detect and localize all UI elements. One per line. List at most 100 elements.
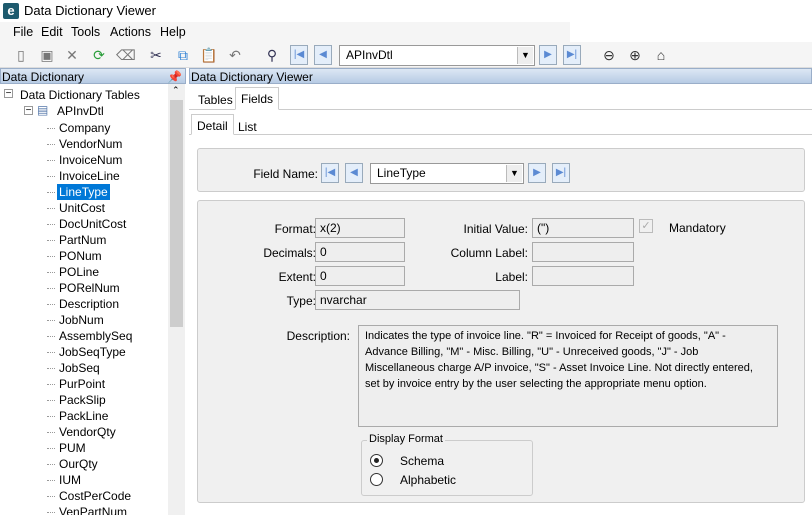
tree-item-field[interactable]: IUM [57,472,83,488]
first-field-icon[interactable]: |◀ [321,163,339,183]
schema-label: Schema [400,454,445,468]
tree-connector [47,192,55,193]
tree-item-field[interactable]: LineType [57,184,110,200]
tree-item-field[interactable]: CostPerCode [57,488,133,504]
tree-item-field[interactable]: Company [57,120,112,136]
last-icon[interactable]: ▶| [563,45,581,65]
tree-connector [47,208,55,209]
tree-item-field[interactable]: PartNum [57,232,108,248]
format-field[interactable]: x(2) [315,218,405,238]
label-field[interactable] [532,266,634,286]
first-icon[interactable]: |◀ [290,45,308,65]
decimals-label: Decimals: [263,246,316,260]
tree-connector [47,448,55,449]
next-field-icon[interactable]: ▶ [528,163,546,183]
table-combo[interactable]: APInvDtl ▼ [339,45,535,66]
tree-item-field[interactable]: PurPoint [57,376,107,392]
toolbar: ▯ ▣ ✕ ⟳ ⌫ ✂ ⧉ 📋 ↶ ⚲ |◀ ◀ APInvDtl ▼ ▶ ▶| … [0,42,812,68]
tree-connector [47,240,55,241]
last-field-icon[interactable]: ▶| [552,163,570,183]
alphabetic-label: Alphabetic [400,473,457,487]
tab-fields[interactable]: Fields [235,87,280,110]
schema-radio[interactable] [370,454,383,467]
tree-item-field[interactable]: PackLine [57,408,110,424]
display-format-group: Display Format Schema Alphabetic [361,433,533,496]
extent-label: Extent: [278,270,316,284]
refresh-icon[interactable]: ⟳ [90,46,108,64]
tree-connector [47,160,55,161]
type-field[interactable]: nvarchar [315,290,520,310]
tree-item-field[interactable]: DocUnitCost [57,216,128,232]
tree-root[interactable]: Data Dictionary Tables [20,88,140,102]
field-detail-group: Format: x(2) Decimals: 0 Extent: 0 Type:… [197,200,805,503]
display-format-label: Display Format [367,433,445,445]
alphabetic-radio[interactable] [370,473,383,486]
menu-file[interactable]: File [13,25,33,39]
tree-item-field[interactable]: PackSlip [57,392,108,408]
tree-item-field[interactable]: InvoiceNum [57,152,124,168]
tree-connector [47,432,55,433]
tree-item-field[interactable]: AssemblySeq [57,328,134,344]
table-combo-value: APInvDtl [346,48,393,62]
tree-item-field[interactable]: Description [57,296,121,312]
tree-item-field[interactable]: VenPartNum [57,504,129,515]
tree-connector [47,272,55,273]
tree-item-field[interactable]: VendorQty [57,424,118,440]
new-icon[interactable]: ▯ [12,46,30,64]
tree-connector [47,512,55,513]
tree-item-field[interactable]: PORelNum [57,280,122,296]
clear-icon[interactable]: ⌫ [116,46,136,64]
menu-actions[interactable]: Actions [110,25,151,39]
mandatory-checkbox[interactable]: ✓ [639,219,653,233]
next-icon[interactable]: ▶ [539,45,557,65]
description-textarea[interactable]: Indicates the type of invoice line. "R" … [358,325,778,427]
copy-icon[interactable]: ⧉ [174,46,192,64]
field-name-combo[interactable]: LineType ▼ [370,163,524,184]
tree-connector [47,288,55,289]
delete-icon[interactable]: ✕ [63,46,81,64]
pin-icon[interactable]: 📌 [167,69,182,85]
home-icon[interactable]: ⌂ [652,46,670,64]
collapse-icon[interactable]: − [4,89,13,99]
forward-icon[interactable]: ⊕ [626,46,644,64]
tree-item-field[interactable]: JobNum [57,312,106,328]
tree-item-field[interactable]: VendorNum [57,136,124,152]
paste-icon[interactable]: 📋 [200,46,218,64]
prev-field-icon[interactable]: ◀ [345,163,363,183]
cut-icon[interactable]: ✂ [147,46,165,64]
prev-icon[interactable]: ◀ [314,45,332,65]
subtab-detail[interactable]: Detail [191,114,234,135]
chevron-down-icon[interactable]: ▼ [517,47,533,64]
undo-icon[interactable]: ↶ [226,46,244,64]
tree-connector [47,304,55,305]
collapse-icon[interactable]: − [24,106,33,116]
tree-connector [47,368,55,369]
tree-table[interactable]: APInvDtl [57,104,104,118]
tree-item-field[interactable]: UnitCost [57,200,107,216]
tree-item-field[interactable]: OurQty [57,456,100,472]
tree-item-field[interactable]: InvoiceLine [57,168,122,184]
tree-item-field[interactable]: POLine [57,264,101,280]
scroll-up-icon[interactable]: ⌃ [172,85,180,96]
tree-item-field[interactable]: JobSeq [57,360,102,376]
menu-tools[interactable]: Tools [71,25,100,39]
extent-field[interactable]: 0 [315,266,405,286]
initial-value-field[interactable]: (") [532,218,634,238]
menu-help[interactable]: Help [160,25,186,39]
field-name-label: Field Name: [253,167,318,181]
column-label-field[interactable] [532,242,634,262]
tree-item-field[interactable]: PONum [57,248,104,264]
search-icon[interactable]: ⚲ [263,46,281,64]
save-icon[interactable]: ▣ [38,46,56,64]
tab-tables[interactable]: Tables [193,90,238,112]
decimals-field[interactable]: 0 [315,242,405,262]
left-panel-title: Data Dictionary [2,70,85,84]
chevron-down-icon[interactable]: ▼ [506,165,522,182]
tree-connector [47,256,55,257]
tree-item-field[interactable]: JobSeqType [57,344,128,360]
back-icon[interactable]: ⊖ [600,46,618,64]
menu-edit[interactable]: Edit [41,25,63,39]
tree-item-field[interactable]: PUM [57,440,88,456]
subtab-list[interactable]: List [233,117,262,139]
scrollbar-thumb[interactable] [170,100,183,327]
